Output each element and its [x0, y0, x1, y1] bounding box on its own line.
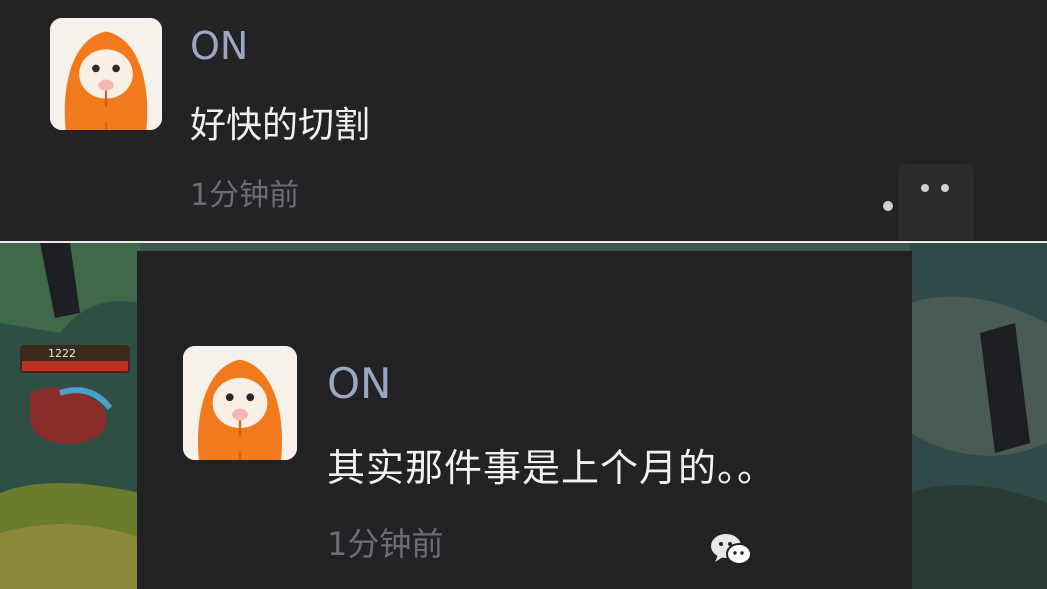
sender-name: ON	[327, 359, 392, 408]
message-text: 其实那件事是上个月的。。	[327, 446, 777, 490]
message-time: 1分钟前	[190, 178, 300, 213]
message-text: 好快的切割	[190, 105, 371, 146]
message-time: 1分钟前	[327, 525, 444, 563]
game-screenshot: 1222 ON 其实那件事是上个月的。。 1分钟前	[0, 243, 1047, 589]
top-notification[interactable]: ON 好快的切割 1分钟前	[0, 0, 1047, 243]
game-scene-right	[910, 243, 1047, 589]
ghost-icon	[883, 164, 974, 240]
sender-name: ON	[190, 24, 249, 68]
orange-hooded-character-icon	[183, 346, 297, 460]
hp-value: 1222	[48, 347, 76, 360]
game-scene-left: 1222	[0, 243, 140, 589]
orange-hooded-character-icon	[50, 18, 162, 130]
sender-avatar[interactable]	[50, 18, 162, 130]
bottom-notification[interactable]: ON 其实那件事是上个月的。。 1分钟前	[137, 251, 912, 589]
wechat-icon	[711, 534, 752, 565]
sender-avatar[interactable]	[183, 346, 297, 460]
